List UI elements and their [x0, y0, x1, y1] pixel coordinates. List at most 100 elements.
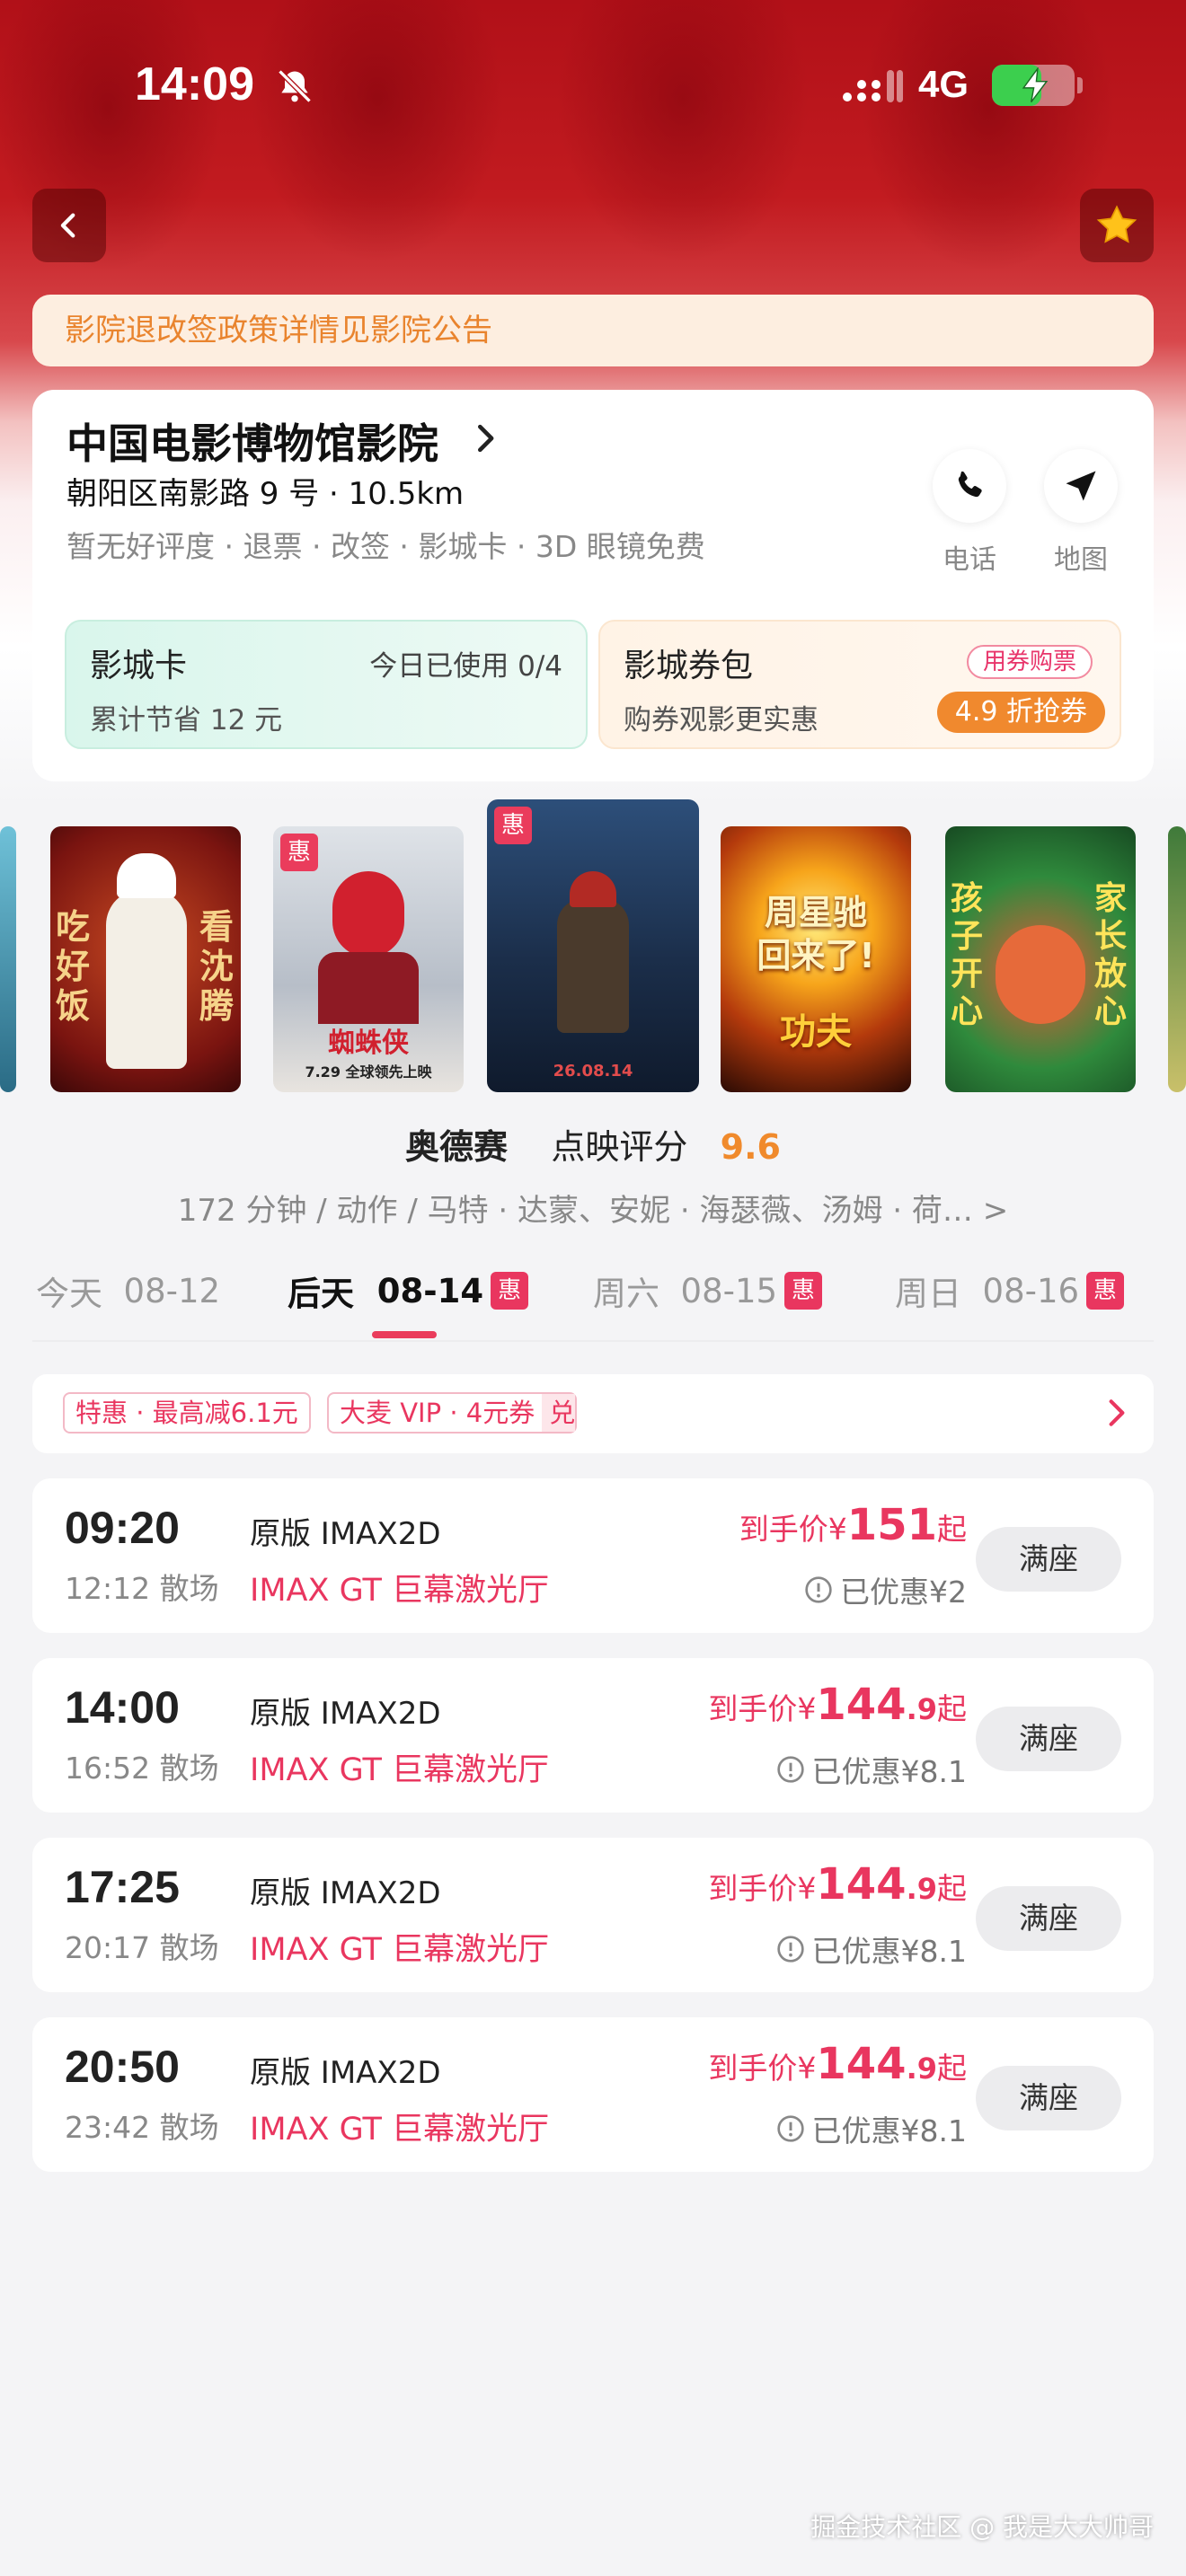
map-button[interactable]	[1044, 449, 1118, 523]
movie-score: 9.6	[720, 1127, 781, 1167]
saved-amount: 已优惠¥2	[840, 1575, 967, 1610]
show-end-time: 12:12 散场	[65, 1571, 219, 1606]
back-button[interactable]	[32, 189, 106, 262]
showtime-row[interactable]: 14:00 16:52 散场 原版 IMAX2D IMAX GT 巨幕激光厅 到…	[32, 1658, 1154, 1813]
showtime-row[interactable]: 17:25 20:17 散场 原版 IMAX2D IMAX GT 巨幕激光厅 到…	[32, 1838, 1154, 1992]
price-integer: 151	[846, 1500, 937, 1550]
poster-partial-right[interactable]	[1168, 826, 1186, 1092]
promo-tag-vip: 大麦 VIP · 4元券兑	[327, 1392, 578, 1434]
status-time: 14:09	[135, 58, 254, 110]
cinema-address: 朝阳区南影路 9 号 · 10.5km	[66, 476, 465, 512]
poster-kungfu[interactable]: 周星驰 回来了! 功夫	[721, 826, 911, 1092]
show-price: 到手价¥144.9起	[708, 1680, 967, 1730]
price-suffix: 起	[937, 1691, 967, 1726]
tab-date-0812[interactable]: 今天 08-12	[36, 1266, 220, 1315]
show-hall: IMAX GT 巨幕激光厅	[250, 2112, 549, 2148]
coupon-pack-entry[interactable]: 影城券包 购券观影更实惠 用券购票 4.9 折抢券	[598, 620, 1121, 749]
promo-tag-special: 特惠 · 最高减6.1元	[63, 1392, 311, 1434]
spiderman-head	[332, 871, 404, 957]
tab-date-0815[interactable]: 周六 08-15 惠	[593, 1266, 823, 1315]
poster-text-right: 家长放心	[1094, 880, 1128, 1030]
tab-day-label: 今天	[36, 1275, 102, 1313]
tab-divider	[32, 1340, 1154, 1342]
battery-tip	[1077, 77, 1083, 93]
tab-date-0816[interactable]: 周日 08-16 惠	[895, 1266, 1125, 1315]
show-hall: IMAX GT 巨幕激光厅	[250, 1932, 549, 1968]
map-label: 地图	[1054, 544, 1108, 576]
price-integer: 144	[816, 1680, 907, 1730]
spiderman-body	[318, 952, 419, 1024]
sold-out-button[interactable]: 满座	[976, 1886, 1121, 1951]
battery-indicator	[992, 65, 1075, 106]
refund-policy-notice[interactable]: 影院退改签政策详情见影院公告	[32, 295, 1154, 366]
show-end-time: 23:42 散场	[65, 2110, 219, 2145]
sold-out-button[interactable]: 满座	[976, 1527, 1121, 1592]
poster-odyssey[interactable]: 26.08.14 惠	[487, 799, 699, 1092]
cinema-card-saved: 累计节省 12 元	[90, 704, 283, 737]
coupon-pack-subtitle: 购券观影更实惠	[624, 704, 819, 737]
chevron-left-icon	[60, 213, 75, 238]
poster-chiyaofan[interactable]: 吃好饭 看沈腾	[50, 826, 241, 1092]
phone-label: 电话	[943, 544, 996, 576]
show-version: 原版 IMAX2D	[250, 1875, 441, 1911]
bell-muted-icon	[278, 69, 312, 103]
poster-partial-left[interactable]	[0, 826, 16, 1092]
promo-tag-vip-label: 大麦 VIP · 4元券	[340, 1398, 535, 1428]
show-end-time: 20:17 散场	[65, 1930, 219, 1965]
favorite-button[interactable]	[1080, 189, 1154, 262]
info-icon	[805, 1576, 832, 1603]
chef-hat	[117, 853, 176, 898]
info-icon	[776, 2115, 804, 2142]
price-decimal: .9	[906, 1692, 937, 1726]
poster-title: 蜘蛛侠	[328, 1028, 409, 1059]
price-prefix: 到手价¥	[708, 2051, 817, 2086]
cinema-name[interactable]: 中国电影博物馆影院	[66, 411, 438, 471]
tab-date: 08-12	[123, 1271, 221, 1310]
discount-button[interactable]: 4.9 折抢券	[936, 692, 1105, 733]
show-start-time: 20:50	[65, 2042, 180, 2092]
chevron-right-icon[interactable]	[469, 420, 501, 456]
movie-meta[interactable]: 172 分钟 / 动作 / 马特 · 达蒙、安妮 · 海瑟薇、汤姆 · 荷… >	[0, 1186, 1186, 1230]
tab-day-label: 周日	[895, 1275, 961, 1313]
poster-title: 周星驰 回来了!	[757, 893, 875, 975]
coupon-pack-title: 影城券包	[624, 648, 754, 684]
cinema-info-card: 中国电影博物馆影院 朝阳区南影路 9 号 · 10.5km 暂无好评度 · 退票…	[32, 390, 1154, 781]
network-label: 4G	[918, 63, 969, 105]
watermark: 掘金技术社区 @ 我是大大帅哥	[810, 2512, 1154, 2542]
discount-badge: 惠	[494, 807, 532, 844]
tab-date-0814[interactable]: 后天 08-14 惠	[288, 1266, 529, 1315]
price-suffix: 起	[937, 2051, 967, 2086]
discount-badge: 惠	[280, 834, 318, 871]
show-version: 原版 IMAX2D	[250, 1696, 441, 1732]
poster-text-left: 吃好饭	[56, 907, 91, 1026]
phone-button[interactable]	[933, 449, 1006, 523]
price-prefix: 到手价¥	[708, 1691, 817, 1726]
poster-spiderman[interactable]: 蜘蛛侠 7.29 全球领先上映 惠	[273, 826, 464, 1092]
charging-bolt-icon	[1022, 67, 1049, 102]
info-icon	[776, 1756, 804, 1783]
tab-date: 08-16	[982, 1271, 1080, 1310]
poster-subtitle: 功夫	[780, 1011, 852, 1053]
price-integer: 144	[816, 2039, 907, 2089]
sold-out-button[interactable]: 满座	[976, 2066, 1121, 2130]
show-hall: IMAX GT 巨幕激光厅	[250, 1752, 549, 1788]
price-suffix: 起	[937, 1512, 967, 1547]
tab-day-label: 后天	[288, 1275, 354, 1313]
promo-bar[interactable]: 特惠 · 最高减6.1元 大麦 VIP · 4元券兑	[32, 1374, 1154, 1453]
price-prefix: 到手价¥	[739, 1512, 847, 1547]
showtime-row[interactable]: 20:50 23:42 散场 原版 IMAX2D IMAX GT 巨幕激光厅 到…	[32, 2017, 1154, 2172]
show-start-time: 17:25	[65, 1862, 180, 1912]
show-price: 到手价¥144.9起	[708, 2039, 967, 2089]
coupon-tag: 用券购票	[966, 645, 1093, 679]
tab-discount-badge: 惠	[491, 1272, 529, 1310]
poster-pawpatrol[interactable]: 孩子开心 家长放心	[945, 826, 1136, 1092]
cinema-card-entry[interactable]: 影城卡 今日已使用 0/4 累计节省 12 元	[65, 620, 588, 749]
sold-out-button[interactable]: 满座	[976, 1707, 1121, 1771]
warrior-helmet	[570, 871, 616, 907]
score-label: 点映评分	[551, 1127, 688, 1167]
price-prefix: 到手价¥	[708, 1871, 817, 1906]
show-end-time: 16:52 散场	[65, 1751, 219, 1786]
show-version: 原版 IMAX2D	[250, 1516, 441, 1552]
showtime-row[interactable]: 09:20 12:12 散场 原版 IMAX2D IMAX GT 巨幕激光厅 到…	[32, 1478, 1154, 1633]
active-tab-indicator	[372, 1331, 437, 1338]
